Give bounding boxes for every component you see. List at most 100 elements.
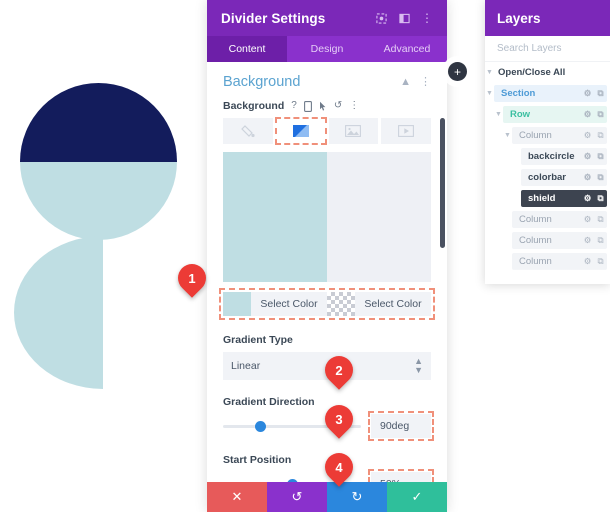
gradient-preview-left	[223, 152, 327, 282]
layer-row-section[interactable]: ▼ Section ⚙ ⧉	[485, 83, 610, 104]
duplicate-icon[interactable]: ⧉	[594, 109, 607, 120]
settings-scrollbar[interactable]	[440, 118, 445, 248]
redo-button[interactable]: ↻	[327, 482, 387, 512]
layer-label: Row	[510, 109, 531, 120]
marker-number: 3	[335, 411, 343, 427]
half-circle-shape	[14, 236, 103, 389]
select-color-start-label[interactable]: Select Color	[251, 298, 327, 310]
marker-1: 1	[172, 258, 212, 298]
layer-label: Column	[519, 130, 552, 141]
duplicate-icon[interactable]: ⧉	[594, 256, 607, 267]
chevron-up-icon[interactable]: ▲	[400, 76, 411, 88]
gear-icon[interactable]: ⚙	[581, 214, 594, 225]
cancel-button[interactable]: ✕	[207, 482, 267, 512]
gear-icon[interactable]: ⚙	[581, 172, 594, 183]
marker-4: 4	[319, 447, 359, 487]
tab-content[interactable]: Content	[207, 36, 287, 62]
marker-3: 3	[319, 399, 359, 439]
duplicate-icon[interactable]: ⧉	[594, 214, 607, 225]
gradient-direction-input[interactable]: 90deg	[368, 411, 434, 441]
tab-design[interactable]: Design	[287, 36, 367, 62]
duplicate-icon[interactable]: ⧉	[594, 130, 607, 141]
section-kebab-menu-icon[interactable]: ⋮	[420, 76, 431, 88]
save-button[interactable]: ✓	[387, 482, 447, 512]
section-title: Background	[223, 74, 301, 90]
chevron-down-icon[interactable]: ▼	[485, 69, 494, 76]
layer-pill[interactable]: colorbar ⚙ ⧉	[521, 169, 607, 186]
screenshot-root: Divider Settings ⋮ Content Design Advanc…	[0, 0, 610, 512]
layer-pill[interactable]: shield ⚙ ⧉	[521, 190, 607, 207]
gradient-preview-right	[327, 152, 431, 282]
background-type-color[interactable]	[223, 118, 273, 144]
add-module-button[interactable]: +	[448, 62, 467, 81]
gear-icon[interactable]: ⚙	[581, 130, 594, 141]
gear-icon[interactable]: ⚙	[581, 256, 594, 267]
layer-pill[interactable]: Row ⚙ ⧉	[503, 106, 607, 123]
hover-icon[interactable]	[319, 101, 327, 112]
layers-list: ▼ Section ⚙ ⧉ ▼ Row ⚙ ⧉ ▼ Column ⚙ ⧉ backcircle ⚙ ⧉ col…	[485, 83, 610, 272]
gradient-type-value: Linear	[231, 360, 261, 372]
search-layers-input[interactable]: Search Layers	[485, 36, 610, 62]
chevron-down-icon[interactable]: ▼	[494, 111, 503, 118]
target-icon[interactable]	[371, 8, 391, 28]
color-swatch-end[interactable]	[327, 292, 355, 316]
open-close-all-row[interactable]: ▼ Open/Close All	[485, 62, 610, 83]
color-stop-end[interactable]: Select Color	[327, 292, 431, 316]
chevron-down-icon[interactable]: ▼	[503, 132, 512, 139]
marker-number: 2	[335, 362, 343, 378]
chevron-updown-icon: ▲ ▼	[414, 356, 423, 375]
slider-knob[interactable]	[286, 479, 298, 482]
layer-row-backcircle[interactable]: backcircle ⚙ ⧉	[485, 146, 610, 167]
duplicate-icon[interactable]: ⧉	[594, 193, 607, 204]
duplicate-icon[interactable]: ⧉	[594, 172, 607, 183]
layer-row-shield[interactable]: shield ⚙ ⧉	[485, 188, 610, 209]
gear-icon[interactable]: ⚙	[581, 193, 594, 204]
layer-row-colorbar[interactable]: colorbar ⚙ ⧉	[485, 167, 610, 188]
background-type-image[interactable]	[328, 118, 379, 144]
slider-knob[interactable]	[254, 421, 266, 432]
background-type-video[interactable]	[381, 118, 431, 144]
gradient-color-stops: Select Color Select Color	[219, 288, 435, 320]
duplicate-icon[interactable]: ⧉	[594, 235, 607, 246]
help-icon[interactable]: ?	[291, 101, 297, 111]
layer-row-row[interactable]: ▼ Row ⚙ ⧉	[485, 104, 610, 125]
gear-icon[interactable]: ⚙	[581, 88, 594, 99]
marker-2: 2	[319, 350, 359, 390]
layers-panel: Layers Search Layers ▼ Open/Close All ▼ S…	[485, 0, 610, 284]
settings-tabs: Content Design Advanced	[207, 36, 447, 62]
split-circle-top-half	[20, 83, 177, 162]
select-color-end-label[interactable]: Select Color	[355, 298, 431, 310]
layout-icon[interactable]	[394, 8, 414, 28]
tab-advanced[interactable]: Advanced	[367, 36, 447, 62]
layer-row-column[interactable]: Column ⚙ ⧉	[485, 230, 610, 251]
undo-button[interactable]: ↺	[267, 482, 327, 512]
layer-label: backcircle	[528, 151, 575, 162]
layer-label: Column	[519, 214, 552, 225]
layer-pill[interactable]: backcircle ⚙ ⧉	[521, 148, 607, 165]
kebab-menu-icon[interactable]: ⋮	[417, 8, 437, 28]
color-swatch-start[interactable]	[223, 292, 251, 316]
layer-pill[interactable]: Column ⚙ ⧉	[512, 232, 607, 249]
layer-pill[interactable]: Column ⚙ ⧉	[512, 211, 607, 228]
layer-pill[interactable]: Column ⚙ ⧉	[512, 127, 607, 144]
divider-settings-panel: Divider Settings ⋮ Content Design Advanc…	[207, 0, 447, 512]
marker-number: 1	[188, 270, 196, 286]
gear-icon[interactable]: ⚙	[581, 235, 594, 246]
gear-icon[interactable]: ⚙	[581, 109, 594, 120]
duplicate-icon[interactable]: ⧉	[594, 88, 607, 99]
duplicate-icon[interactable]: ⧉	[594, 151, 607, 162]
responsive-icon[interactable]	[303, 100, 312, 112]
background-field-label: Background	[223, 100, 285, 112]
field-kebab-menu-icon[interactable]: ⋮	[349, 101, 359, 111]
chevron-down-icon[interactable]: ▼	[485, 90, 494, 97]
color-stop-start[interactable]: Select Color	[223, 292, 327, 316]
open-close-all-label: Open/Close All	[498, 67, 566, 78]
layer-row-column[interactable]: Column ⚙ ⧉	[485, 209, 610, 230]
layer-label: Section	[501, 88, 536, 99]
reset-icon[interactable]: ↺	[334, 101, 342, 111]
gear-icon[interactable]: ⚙	[581, 151, 594, 162]
layer-row-column[interactable]: ▼ Column ⚙ ⧉	[485, 125, 610, 146]
start-position-input[interactable]: 50%	[368, 469, 434, 482]
background-type-gradient[interactable]	[274, 117, 327, 145]
layer-pill[interactable]: Section ⚙ ⧉	[494, 85, 607, 102]
